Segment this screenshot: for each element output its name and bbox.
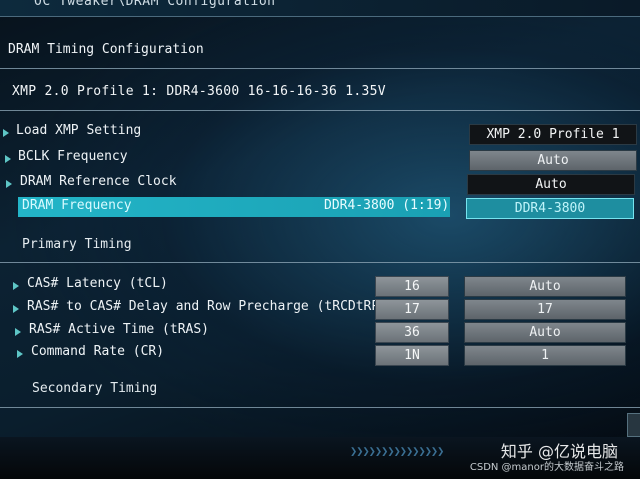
setting-label: BCLK Frequency xyxy=(18,149,128,164)
bios-screen: OC Tweaker\DRAM Configuration DRAM Timin… xyxy=(0,0,640,479)
breadcrumb: OC Tweaker\DRAM Configuration xyxy=(34,0,276,9)
setting-load-xmp[interactable]: Load XMP Setting XMP 2.0 Profile 1 xyxy=(0,123,640,145)
arrow-icon xyxy=(6,180,12,188)
current-value: 17 xyxy=(375,299,449,320)
setting-label: DRAM Frequency xyxy=(22,198,132,213)
chevron-decoration-icon: ❯❯❯❯❯❯❯❯❯❯❯❯❯❯❯ xyxy=(350,444,444,458)
arrow-icon xyxy=(15,328,21,336)
timing-label: CAS# Latency (tCL) xyxy=(27,276,168,291)
arrow-icon xyxy=(13,305,19,313)
load-xmp-select[interactable]: XMP 2.0 Profile 1 xyxy=(469,124,637,145)
tcl-field[interactable]: Auto xyxy=(464,276,626,297)
timing-label: RAS# Active Time (tRAS) xyxy=(29,322,210,337)
timing-row-trcdtrp[interactable]: RAS# to CAS# Delay and Row Precharge (tR… xyxy=(0,299,640,320)
trcdtrp-field[interactable]: 17 xyxy=(464,299,626,320)
dram-reference-clock-select[interactable]: Auto xyxy=(467,174,635,195)
xmp-profile-info: XMP 2.0 Profile 1: DDR4-3600 16-16-16-36… xyxy=(12,84,386,99)
timing-row-tras[interactable]: RAS# Active Time (tRAS) 36 Auto xyxy=(0,322,640,343)
arrow-icon xyxy=(13,282,19,290)
arrow-icon xyxy=(17,350,23,358)
current-value: 1N xyxy=(375,345,449,366)
divider xyxy=(0,68,640,69)
current-value: 16 xyxy=(375,276,449,297)
setting-dram-reference-clock[interactable]: DRAM Reference Clock Auto xyxy=(0,174,640,195)
current-value: DDR4-3800 (1:19) xyxy=(324,198,450,213)
setting-label: Load XMP Setting xyxy=(16,123,142,138)
watermark-sub: CSDN @manor的大数据奋斗之路 xyxy=(469,462,624,473)
timing-row-command-rate[interactable]: Command Rate (CR) 1N 1 xyxy=(0,344,640,366)
divider xyxy=(0,407,640,408)
setting-dram-frequency[interactable]: DRAM Frequency DDR4-3800 (1:19) xyxy=(18,197,450,217)
current-value: 36 xyxy=(375,322,449,343)
divider xyxy=(0,262,640,263)
timing-label: RAS# to CAS# Delay and Row Precharge (tR… xyxy=(27,299,388,314)
setting-label: DRAM Reference Clock xyxy=(20,174,177,189)
arrow-icon xyxy=(5,155,11,163)
command-rate-field[interactable]: 1 xyxy=(464,345,626,366)
tras-field[interactable]: Auto xyxy=(464,322,626,343)
page-title: DRAM Timing Configuration xyxy=(8,42,204,57)
info-panel-tab[interactable] xyxy=(627,413,640,437)
divider xyxy=(0,110,640,111)
setting-bclk-frequency[interactable]: BCLK Frequency Auto xyxy=(0,149,640,171)
dram-frequency-select[interactable]: DDR4-3800 xyxy=(466,198,634,219)
breadcrumb-bar: OC Tweaker\DRAM Configuration xyxy=(0,0,640,17)
primary-timing-heading: Primary Timing xyxy=(22,237,132,252)
timing-row-tcl[interactable]: CAS# Latency (tCL) 16 Auto xyxy=(0,276,640,297)
timing-label: Command Rate (CR) xyxy=(31,344,165,359)
bclk-frequency-field[interactable]: Auto xyxy=(469,150,637,171)
secondary-timing-heading: Secondary Timing xyxy=(32,381,158,396)
arrow-icon xyxy=(3,129,9,137)
